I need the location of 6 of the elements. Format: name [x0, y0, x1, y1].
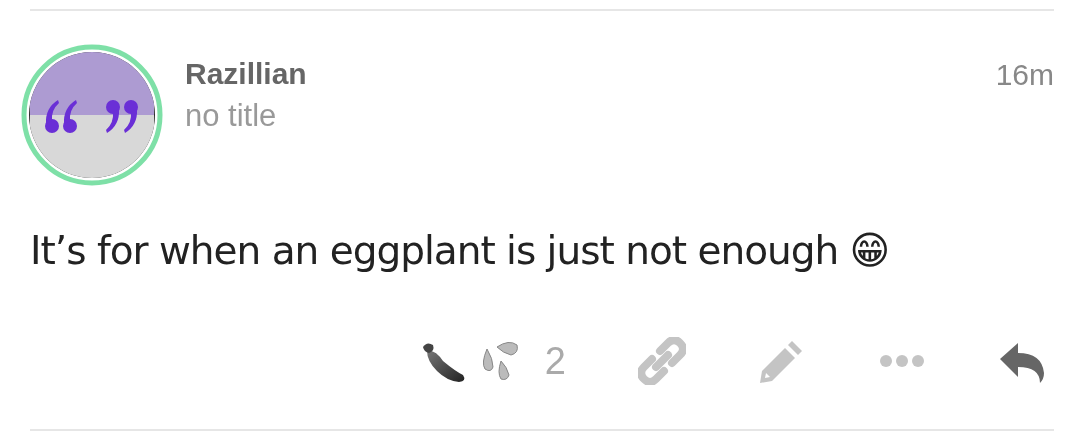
post-text: It’s for when an eggplant is just not enough 😁	[30, 228, 891, 273]
author-name[interactable]: Razillian	[185, 54, 996, 94]
reaction-count: 2	[544, 339, 566, 383]
link-icon[interactable]	[638, 337, 686, 385]
post-time: 16m	[995, 58, 1054, 92]
user-title: no title	[185, 97, 278, 135]
